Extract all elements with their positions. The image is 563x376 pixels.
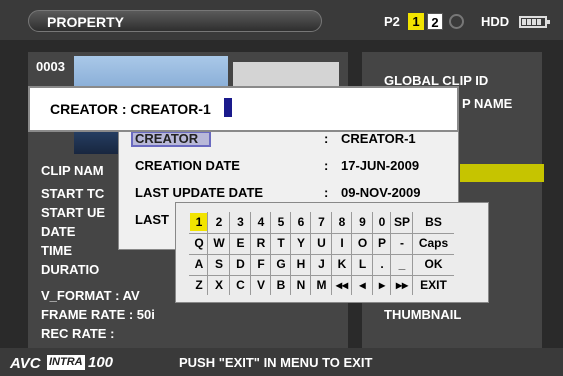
card-slot-2-indicator: 2 (427, 13, 443, 30)
keyboard-column-divider (250, 212, 251, 295)
keyboard-key[interactable]: F (251, 255, 271, 273)
keyboard-key[interactable]: P (373, 234, 391, 252)
property-screen: PROPERTY P2 1 2 HDD 0003 CLIP NAM START … (0, 0, 563, 376)
keyboard-key[interactable]: Caps (413, 234, 454, 252)
keyboard-column-divider (207, 212, 208, 295)
keyboard-key[interactable]: X (208, 276, 230, 294)
keyboard-key[interactable]: V (251, 276, 271, 294)
keyboard-key[interactable]: M (311, 276, 332, 294)
property-item-creation-date-label[interactable]: CREATION DATE (135, 158, 240, 173)
property-item-last-update-value: 09-NOV-2009 (341, 185, 421, 200)
keyboard-key[interactable]: OK (413, 255, 454, 273)
keyboard-key[interactable]: J (311, 255, 332, 273)
keyboard-key[interactable]: ▸ (373, 276, 391, 294)
clip-number: 0003 (36, 59, 65, 74)
codec-100-label: 100 (88, 354, 114, 371)
keyboard-key[interactable]: E (230, 234, 251, 252)
keyboard-key[interactable]: N (291, 276, 311, 294)
property-item-creation-date-colon: : (324, 158, 329, 173)
selection-bar (460, 164, 544, 182)
keyboard-key[interactable]: ◂ (352, 276, 373, 294)
keyboard-key[interactable]: ◂◂ (332, 276, 352, 294)
keyboard-key[interactable]: 9 (352, 213, 373, 231)
keyboard-key[interactable]: 4 (251, 213, 271, 231)
keyboard-key[interactable]: G (271, 255, 291, 273)
keyboard-key[interactable]: 0 (373, 213, 391, 231)
keyboard-key[interactable]: W (208, 234, 230, 252)
keyboard-key[interactable]: O (352, 234, 373, 252)
keyboard-column-divider (351, 212, 352, 295)
keyboard-key[interactable]: 2 (208, 213, 230, 231)
property-item-last-update-colon: : (324, 185, 329, 200)
keyboard-key[interactable]: L (352, 255, 373, 273)
keyboard-key[interactable]: R (251, 234, 271, 252)
rec-rate-label: REC RATE : (41, 326, 115, 341)
keyboard-key[interactable]: I (332, 234, 352, 252)
codec-intra-label: INTRA (47, 355, 85, 370)
keyboard-key[interactable]: 3 (230, 213, 251, 231)
v-format-label: V_FORMAT : AV (41, 288, 140, 303)
keyboard-key[interactable]: Z (190, 276, 208, 294)
property-item-creator-value: CREATOR-1 (341, 131, 416, 146)
keyboard-column-divider (229, 212, 230, 295)
property-item-creation-date-value: 17-JUN-2009 (341, 158, 420, 173)
battery-icon (519, 16, 550, 28)
page-title: PROPERTY (28, 10, 322, 32)
keyboard-key[interactable]: 6 (291, 213, 311, 231)
keyboard-key[interactable]: . (373, 255, 391, 273)
start-tc-label: START TC (41, 186, 105, 201)
duration-label: DURATIO (41, 262, 100, 277)
hdd-disk-icon (449, 14, 464, 29)
property-item-last-update-label[interactable]: LAST UPDATE DATE (135, 185, 263, 200)
status-message: PUSH "EXIT" IN MENU TO EXIT (179, 355, 373, 370)
keyboard-key[interactable]: BS (413, 213, 454, 231)
media-hdd-label: HDD (481, 14, 510, 29)
keyboard-key[interactable]: H (291, 255, 311, 273)
keyboard-key[interactable]: B (271, 276, 291, 294)
card-slot-1-indicator: 1 (408, 13, 424, 30)
property-item-creator-colon: : (324, 131, 329, 146)
keyboard-column-divider (372, 212, 373, 295)
thumbnail-label: THUMBNAIL (384, 307, 462, 322)
frame-rate-label: FRAME RATE : 50i (41, 307, 155, 322)
keyboard-key[interactable]: 1 (190, 213, 208, 231)
creator-input[interactable]: CREATOR : CREATOR-1 (50, 101, 211, 117)
creator-edit-label: CREATOR : (50, 101, 131, 117)
keyboard-key[interactable]: U (311, 234, 332, 252)
media-p2-label: P2 (384, 14, 400, 29)
keyboard-key[interactable]: Q (190, 234, 208, 252)
keyboard-key[interactable]: 5 (271, 213, 291, 231)
keyboard-key[interactable]: EXIT (413, 276, 454, 294)
clip-name-label: CLIP NAM (41, 163, 104, 178)
keyboard-key[interactable]: ▸▸ (391, 276, 413, 294)
keyboard-key[interactable]: K (332, 255, 352, 273)
keyboard-key[interactable]: SP (391, 213, 413, 231)
keyboard-key[interactable]: C (230, 276, 251, 294)
start-ub-label: START UE (41, 205, 106, 220)
keyboard-key[interactable]: 8 (332, 213, 352, 231)
property-item-last-label[interactable]: LAST (135, 212, 169, 227)
property-item-creator-label[interactable]: CREATOR (135, 131, 198, 146)
keyboard-key[interactable]: - (391, 234, 413, 252)
date-label: DATE (41, 224, 76, 239)
keyboard-key[interactable]: 7 (311, 213, 332, 231)
keyboard-key[interactable]: Y (291, 234, 311, 252)
codec-avc-label: AVC (10, 355, 41, 372)
keyboard-column-divider (331, 212, 332, 295)
keyboard-key[interactable]: S (208, 255, 230, 273)
keyboard-column-divider (390, 212, 391, 295)
keyboard-column-divider (270, 212, 271, 295)
keyboard-key[interactable]: _ (391, 255, 413, 273)
keyboard-key[interactable]: A (190, 255, 208, 273)
time-label: TIME (41, 243, 73, 258)
keyboard-key[interactable]: T (271, 234, 291, 252)
p-name-label: P NAME (462, 96, 513, 111)
text-cursor (224, 98, 232, 117)
keyboard-key[interactable]: D (230, 255, 251, 273)
keyboard-column-divider (412, 212, 413, 295)
keyboard-column-divider (290, 212, 291, 295)
creator-edit-value: CREATOR-1 (130, 101, 211, 117)
keyboard-column-divider (310, 212, 311, 295)
